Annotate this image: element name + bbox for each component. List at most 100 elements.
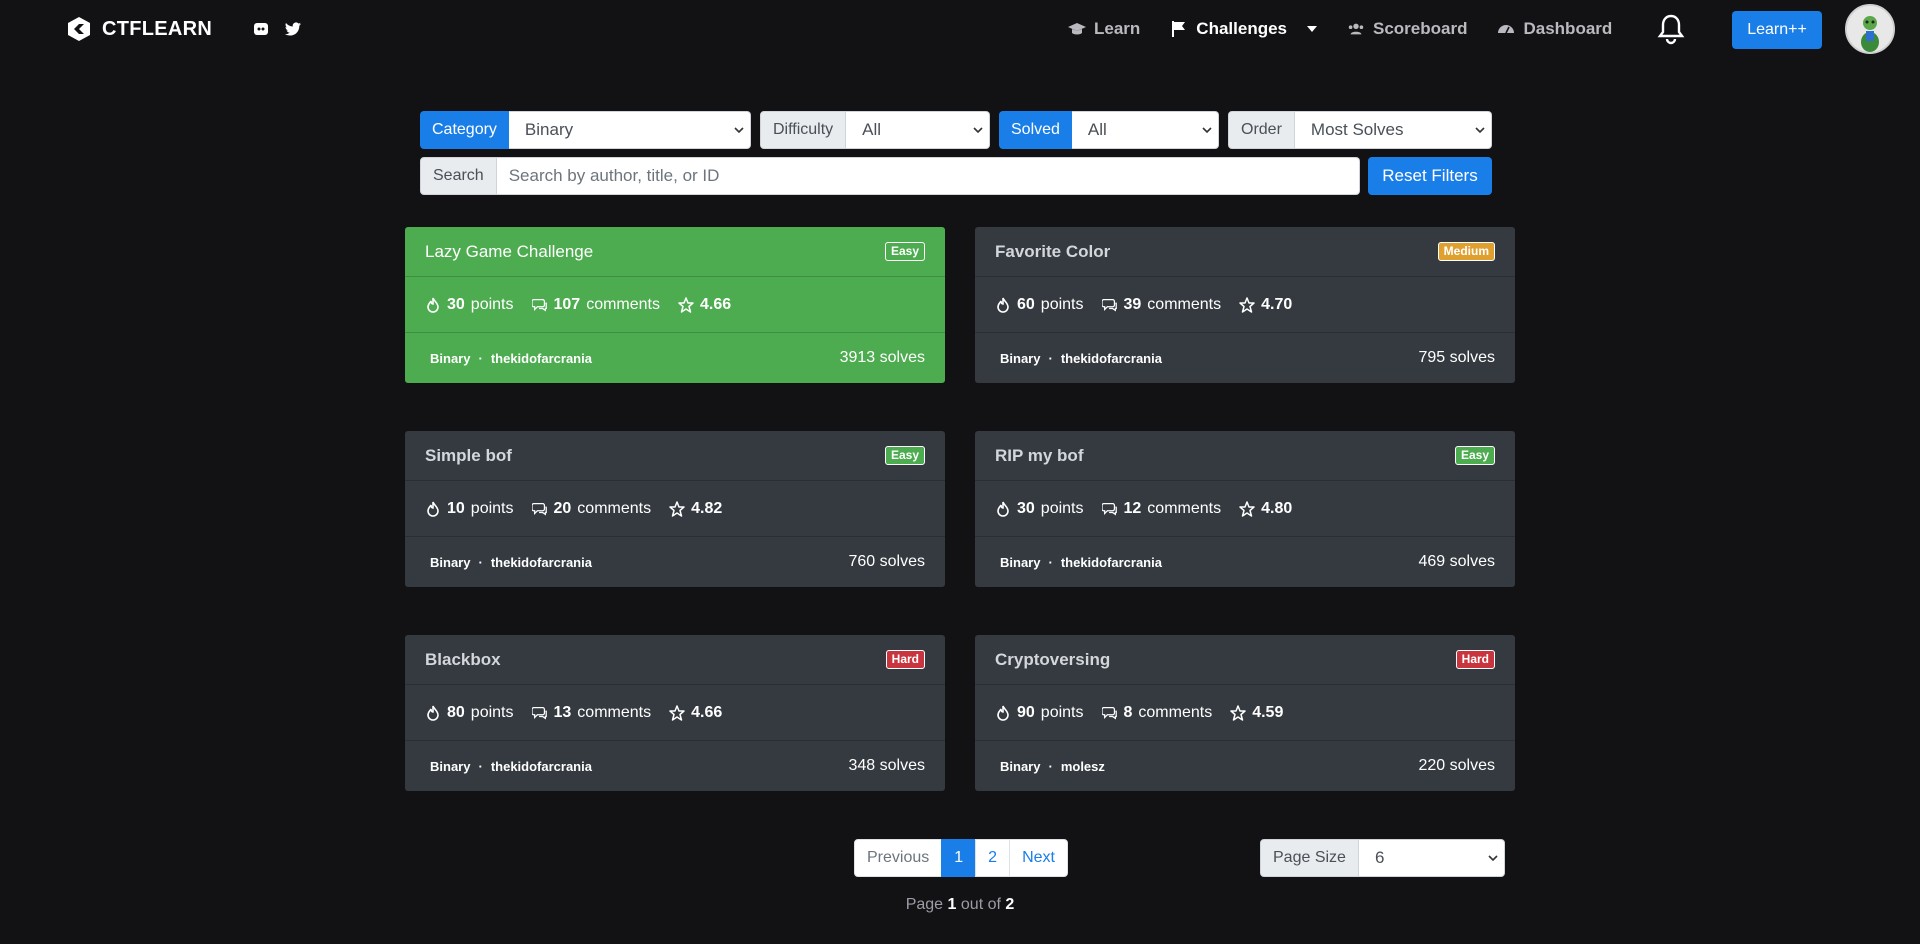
search-input[interactable]: Search by author, title, or ID [496,157,1360,195]
author-link[interactable]: thekidofarcrania [1061,351,1162,366]
fire-icon [427,297,439,313]
page-size-control: Page Size 6 [1260,839,1505,877]
page-size-label: Page Size [1260,839,1359,877]
comments-icon [531,502,547,515]
points-value: 30 [447,295,465,313]
comments-icon [1101,502,1117,515]
challenge-title[interactable]: Cryptoversing [995,650,1110,670]
challenge-card[interactable]: Simple bof Easy 10 points 20 comments 4.82… [405,431,945,587]
order-label: Order [1228,111,1295,149]
previous-page-button[interactable]: Previous [854,839,943,877]
star-icon [1239,296,1255,313]
comments-value: 39 [1123,295,1142,313]
challenge-title[interactable]: Blackbox [425,650,501,670]
comments-icon [1101,706,1117,719]
separator-dot: · [1048,758,1053,774]
chevron-down-icon [1202,127,1212,134]
page-1-button[interactable]: 1 [941,839,977,877]
challenge-title[interactable]: Lazy Game Challenge [425,242,593,262]
avatar-image [1847,6,1893,52]
solves-count: 760 solves [848,553,926,570]
nav-learn[interactable]: Learn [1068,16,1140,42]
discord-icon[interactable] [252,20,270,38]
points-value: 90 [1017,703,1035,721]
next-page-button[interactable]: Next [1009,839,1068,877]
points-stat: 30 points [995,500,1084,518]
challenge-title[interactable]: Simple bof [425,446,512,466]
points-value: 10 [447,499,465,517]
challenge-title[interactable]: Favorite Color [995,242,1110,262]
author-link[interactable]: thekidofarcrania [491,555,592,570]
challenge-card[interactable]: Blackbox Hard 80 points 13 comments 4.66 B… [405,635,945,791]
page-2-button[interactable]: 2 [975,839,1011,877]
author-link[interactable]: thekidofarcrania [1061,555,1162,570]
rating-stat: 4.66 [678,296,731,314]
rating-stat: 4.82 [669,500,722,518]
card-footer: Binary · thekidofarcrania 795 solves [975,333,1515,383]
order-select[interactable]: Most Solves [1294,111,1492,149]
fire-icon [427,705,439,721]
rating-stat: 4.70 [1239,296,1292,314]
challenge-card[interactable]: Favorite Color Medium 60 points 39 comment… [975,227,1515,383]
brand-link[interactable]: CTFLEARN [66,16,212,42]
card-header: Favorite Color Medium [975,227,1515,277]
rating-stat: 4.80 [1239,500,1292,518]
challenge-title[interactable]: RIP my bof [995,446,1083,466]
nav-challenges[interactable]: Challenges [1170,16,1317,42]
points-stat: 90 points [995,704,1084,722]
category-link[interactable]: Binary [430,555,470,570]
solved-filter: Solved All [999,111,1219,149]
rating-value: 4.66 [700,295,732,313]
separator-dot: · [478,350,483,366]
solved-select[interactable]: All [1071,111,1219,149]
chevron-down-icon [1475,127,1485,134]
learn-plus-button[interactable]: Learn++ [1732,11,1822,49]
card-footer: Binary · molesz 220 solves [975,741,1515,791]
star-icon [1239,500,1255,517]
difficulty-badge: Medium [1437,242,1495,261]
author-link[interactable]: molesz [1061,759,1105,774]
category-link[interactable]: Binary [430,351,470,366]
twitter-icon[interactable] [284,20,302,38]
reset-filters-button[interactable]: Reset Filters [1368,157,1492,195]
category-link[interactable]: Binary [430,759,470,774]
nav-dashboard[interactable]: Dashboard [1497,16,1612,42]
card-stats: 30 points 107 comments 4.66 [405,277,945,333]
card-footer: Binary · thekidofarcrania 3913 solves [405,333,945,383]
rating-stat: 4.59 [1230,704,1283,722]
difficulty-badge: Easy [884,446,925,465]
comments-icon [1101,298,1117,311]
category-select[interactable]: Binary [508,111,751,149]
chevron-down-icon [734,127,744,134]
bell-icon[interactable] [1656,13,1686,45]
nav-scoreboard[interactable]: Scoreboard [1347,16,1467,42]
comments-label: comments [1147,295,1222,313]
pagination: Previous 1 2 Next [854,839,1068,877]
solves-count: 348 solves [848,757,926,774]
search-label: Search [420,157,497,195]
avatar[interactable] [1845,4,1895,54]
comments-stat: 20 comments [531,500,651,518]
challenge-card[interactable]: Cryptoversing Hard 90 points 8 comments 4.… [975,635,1515,791]
page-size-select[interactable]: 6 [1358,839,1505,877]
rating-value: 4.59 [1252,703,1284,721]
fire-icon [997,501,1009,517]
card-header: RIP my bof Easy [975,431,1515,481]
card-footer: Binary · thekidofarcrania 469 solves [975,537,1515,587]
challenge-card[interactable]: Lazy Game Challenge Easy 30 points 107 com… [405,227,945,383]
fire-icon [997,297,1009,313]
category-link[interactable]: Binary [1000,555,1040,570]
author-link[interactable]: thekidofarcrania [491,351,592,366]
challenge-card[interactable]: RIP my bof Easy 30 points 12 comments 4.80… [975,431,1515,587]
category-link[interactable]: Binary [1000,759,1040,774]
author-link[interactable]: thekidofarcrania [491,759,592,774]
fire-icon [997,705,1009,721]
solves-count: 220 solves [1418,757,1496,774]
card-header: Simple bof Easy [405,431,945,481]
difficulty-select[interactable]: All [846,111,990,149]
chevron-down-icon [1488,855,1498,862]
comments-icon [531,298,547,311]
card-footer: Binary · thekidofarcrania 760 solves [405,537,945,587]
category-link[interactable]: Binary [1000,351,1040,366]
chevron-down-icon[interactable] [1307,26,1317,32]
